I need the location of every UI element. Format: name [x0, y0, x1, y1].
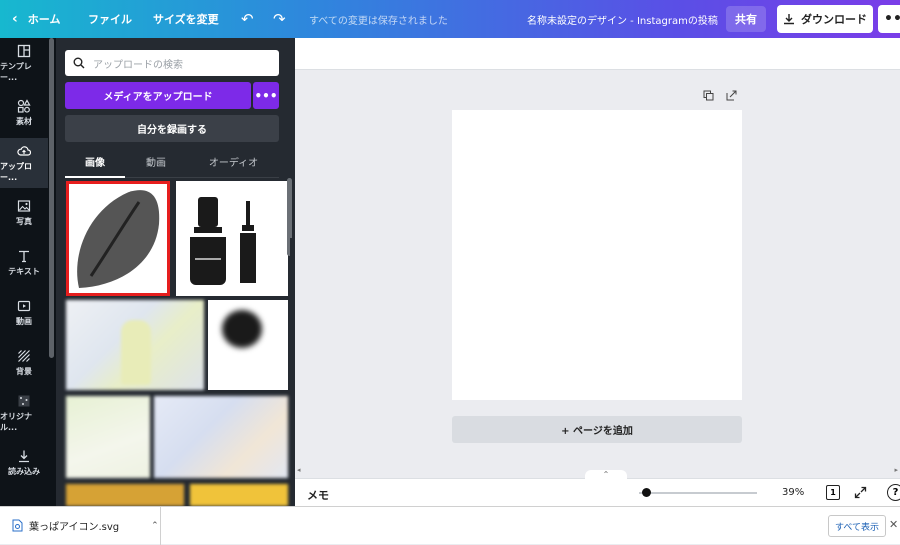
upload-media-button[interactable]: メディアをアップロード [65, 82, 251, 109]
download-filename: 葉っぱアイコン.svg [29, 522, 120, 533]
bottom-bar: ⌃ メモ 39% 1 ? [295, 470, 900, 506]
more-options-button[interactable]: ••• [878, 5, 900, 33]
resize-menu[interactable]: サイズを変更 [153, 0, 219, 38]
rail-label: 背景 [16, 367, 32, 376]
notes-button[interactable]: メモ [307, 487, 329, 503]
search-input[interactable]: アップロードの検索 [65, 50, 279, 76]
redo-icon[interactable]: ↷ [273, 0, 286, 38]
rail-label: オリジナル... [0, 411, 32, 432]
help-icon: ? [892, 487, 899, 498]
rail-item-elements[interactable]: 素材 [0, 88, 48, 138]
upload-thumbnail-dark-blob[interactable] [208, 300, 288, 390]
rail-item-video[interactable]: 動画 [0, 288, 48, 338]
upload-thumbnail-photo[interactable] [66, 300, 204, 390]
undo-icon[interactable]: ↶ [241, 0, 254, 38]
upload-thumbnail-yellow[interactable] [66, 484, 184, 506]
rail-item-uploads[interactable]: アップロー... [0, 138, 48, 188]
save-status: すべての変更は保存されました [309, 15, 448, 27]
close-icon[interactable]: ✕ [889, 518, 898, 531]
canvas-area: + ページを追加 ◂ ▸ [295, 38, 900, 478]
rail-item-templates[interactable]: テンプレー... [0, 38, 48, 88]
upload-thumbnail-leaf[interactable] [66, 181, 170, 296]
rail-scrollbar[interactable] [49, 38, 54, 358]
design-page[interactable] [452, 110, 742, 400]
chevron-left-icon: ‹ [12, 11, 18, 27]
photo-icon [17, 200, 31, 212]
duplicate-page-icon[interactable] [703, 90, 714, 101]
tab-videos[interactable]: 動画 [126, 154, 186, 174]
rail-label: アップロー... [0, 161, 32, 182]
rail-item-text[interactable]: テキスト [0, 238, 48, 288]
page-tools [703, 90, 737, 101]
uploads-panel: アップロードの検索 メディアをアップロード ••• 自分を録画する 画像 動画 … [56, 38, 295, 506]
home-button[interactable]: ‹ ホーム [12, 0, 60, 38]
import-icon [19, 450, 29, 463]
search-icon [73, 57, 85, 69]
file-menu[interactable]: ファイル [88, 0, 132, 38]
zoom-slider[interactable] [639, 492, 757, 494]
page-count: 1 [830, 488, 836, 497]
download-button[interactable]: ダウンロード [777, 5, 873, 33]
design-title[interactable]: 名称未設定のデザイン - Instagramの投稿 [527, 0, 718, 38]
elements-icon [17, 99, 31, 113]
canvas-toolbar [295, 38, 900, 70]
file-icon [12, 519, 23, 532]
rail-label: 写真 [16, 217, 32, 226]
record-yourself-button[interactable]: 自分を録画する [65, 115, 279, 142]
expand-notes-button[interactable]: ⌃ [585, 470, 627, 480]
original-icon [18, 395, 30, 406]
blurred-shape [222, 310, 262, 348]
top-bar: ‹ ホーム ファイル サイズを変更 ↶ ↷ すべての変更は保存されました 名称未… [0, 0, 900, 38]
rail-item-original[interactable]: オリジナル... [0, 388, 48, 438]
download-label: ダウンロード [801, 13, 867, 26]
help-button[interactable]: ? [887, 484, 900, 501]
chevron-up-icon[interactable]: ⌃ [151, 521, 159, 531]
search-placeholder: アップロードの検索 [93, 59, 183, 71]
rail-label: テキスト [8, 267, 40, 276]
upload-thumbnail-gold[interactable] [190, 484, 288, 506]
upload-thumbnail-flyer[interactable] [66, 396, 150, 478]
tab-images[interactable]: 画像 [65, 154, 125, 174]
tab-audio[interactable]: オーディオ [196, 154, 271, 174]
rail-item-import[interactable]: 読み込み [0, 438, 48, 488]
home-label: ホーム [27, 13, 61, 26]
divider [160, 507, 161, 545]
rail-label: テンプレー... [0, 61, 32, 82]
zoom-level[interactable]: 39% [782, 487, 804, 498]
show-all-button[interactable]: すべて表示 [828, 515, 886, 537]
page-count-button[interactable]: 1 [826, 485, 840, 500]
rail-label: 動画 [16, 317, 32, 326]
text-icon [19, 250, 29, 263]
upload-thumbnail-collage[interactable] [154, 396, 288, 478]
upload-cloud-icon [17, 145, 31, 156]
background-icon [18, 350, 30, 362]
active-tab-indicator [65, 176, 125, 178]
download-icon [784, 14, 794, 25]
video-icon [17, 300, 31, 312]
zoom-slider-handle[interactable] [642, 488, 651, 497]
rail-item-photos[interactable]: 写真 [0, 188, 48, 238]
add-page-button[interactable]: + ページを追加 [452, 416, 742, 443]
fullscreen-icon[interactable] [854, 486, 867, 499]
template-icon [17, 44, 31, 57]
nail-polish-icon [190, 197, 256, 285]
add-page-icon[interactable] [726, 90, 737, 101]
side-rail: テンプレー... 素材 アップロー... 写真 テキスト 動画 背景 オリジナル… [0, 38, 56, 506]
upload-thumbnail-nail-polish[interactable] [176, 181, 288, 296]
browser-download-bar: 葉っぱアイコン.svg ⌃ すべて表示 ✕ [0, 506, 900, 545]
download-item[interactable]: 葉っぱアイコン.svg ⌃ [12, 518, 159, 533]
blurred-figure [121, 320, 151, 385]
rail-label: 読み込み [8, 467, 40, 476]
upload-more-button[interactable]: ••• [253, 82, 279, 109]
scroll-right-icon[interactable]: ▸ [894, 466, 898, 474]
leaf-icon [77, 190, 160, 288]
rail-label: 素材 [16, 117, 32, 126]
scroll-left-icon[interactable]: ◂ [297, 466, 301, 474]
share-button[interactable]: 共有 [726, 6, 766, 32]
rail-item-background[interactable]: 背景 [0, 338, 48, 388]
